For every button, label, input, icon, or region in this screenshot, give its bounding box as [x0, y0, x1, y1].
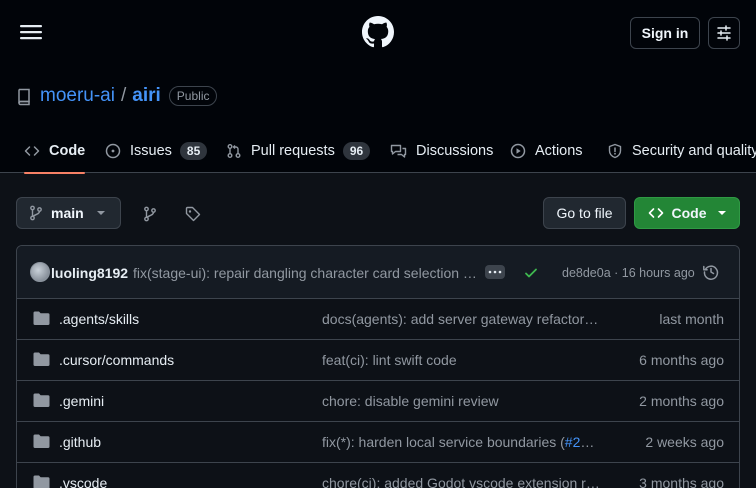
file-commit-time: 6 months ago — [639, 352, 724, 368]
file-commit-message[interactable]: chore(ci): added Godot vscode extension … — [322, 475, 602, 488]
tab-label: Pull requests — [251, 142, 335, 159]
tab-actions[interactable]: Actions — [510, 128, 583, 173]
repo-nav-tabs: Code Issues 85 Pull requests 96 Discussi… — [0, 128, 756, 174]
file-commit-message[interactable]: feat(ci): lint swift code — [322, 352, 602, 368]
repo-title: moeru-ai / airi Public — [40, 85, 218, 107]
file-commit-time: 3 months ago — [639, 475, 724, 488]
tab-label: Issues — [130, 142, 172, 159]
git-branch-icon — [30, 205, 42, 221]
repo-separator: / — [120, 85, 127, 106]
file-commit-time: 2 weeks ago — [645, 434, 724, 450]
file-commit-message[interactable]: docs(agents): add server gateway refacto… — [322, 311, 602, 327]
sign-in-button[interactable]: Sign in — [630, 17, 700, 49]
file-commit-time: last month — [659, 311, 724, 327]
file-commit-time: 2 months ago — [639, 393, 724, 409]
chevron-down-icon — [717, 211, 726, 215]
repo-name-link[interactable]: airi — [132, 85, 161, 107]
tab-label: Discussions — [416, 142, 494, 159]
folder-icon — [33, 311, 50, 325]
expand-commit-button[interactable] — [485, 265, 505, 279]
actions-icon — [510, 143, 526, 158]
file-browser: luoling8192 fix(stage-ui): repair dangli… — [16, 245, 740, 488]
tab-security[interactable]: Security and quality — [607, 128, 756, 173]
sliders-icon — [717, 25, 731, 41]
table-row[interactable]: .cursor/commands feat(ci): lint swift co… — [17, 340, 739, 381]
pull-requests-count-badge: 96 — [342, 141, 371, 160]
avatar[interactable] — [30, 262, 50, 282]
commit-message-text: fix(*): harden local service boundaries … — [322, 434, 565, 450]
pull-request-icon — [227, 143, 241, 158]
tab-discussions[interactable]: Discussions — [390, 128, 493, 173]
file-name-link[interactable]: .gemini — [59, 393, 104, 409]
file-name-link[interactable]: .agents/skills — [59, 311, 139, 327]
table-row[interactable]: .github fix(*): harden local service bou… — [17, 422, 739, 463]
git-branch-icon — [144, 206, 156, 222]
branches-link[interactable] — [136, 200, 164, 228]
file-commit-message[interactable]: fix(*): harden local service boundaries … — [322, 434, 602, 450]
tag-icon — [185, 206, 201, 222]
hamburger-icon — [20, 25, 42, 40]
chevron-down-icon — [96, 211, 105, 215]
file-name-link[interactable]: .github — [59, 434, 101, 450]
menu-button[interactable] — [14, 16, 48, 48]
ellipsis-icon — [488, 270, 502, 274]
branch-name: main — [51, 205, 84, 221]
folder-icon — [33, 352, 50, 366]
commit-message-link[interactable]: fix(stage-ui): repair dangling character… — [133, 265, 477, 281]
tab-code[interactable]: Code — [24, 128, 86, 174]
tab-issues[interactable]: Issues 85 — [105, 128, 208, 173]
check-status-icon[interactable] — [523, 265, 539, 281]
folder-icon — [33, 475, 50, 488]
file-name-link[interactable]: .cursor/commands — [59, 352, 174, 368]
commit-sha-and-time[interactable]: de8de0a · 16 hours ago — [562, 266, 695, 280]
code-icon — [648, 208, 663, 218]
pull-request-link[interactable]: #2062 — [565, 434, 602, 450]
table-row[interactable]: .agents/skills docs(agents): add server … — [17, 299, 739, 340]
visibility-badge: Public — [168, 86, 218, 106]
latest-commit-bar: luoling8192 fix(stage-ui): repair dangli… — [17, 246, 739, 299]
folder-icon — [33, 434, 50, 448]
tab-pull-requests[interactable]: Pull requests 96 — [226, 128, 371, 173]
discussions-icon — [390, 144, 407, 158]
repository-header: moeru-ai / airi Public Code Issues 85 Pu… — [0, 66, 756, 174]
file-name-link[interactable]: .vscode — [59, 475, 107, 488]
table-row[interactable]: .vscode chore(ci): added Godot vscode ex… — [17, 463, 739, 488]
commit-author-link[interactable]: luoling8192 — [51, 265, 128, 281]
table-row[interactable]: .gemini chore: disable gemini review 2 m… — [17, 381, 739, 422]
tab-label: Code — [49, 142, 86, 159]
code-icon — [24, 145, 40, 156]
tags-link[interactable] — [179, 200, 207, 228]
global-header: Sign in — [0, 0, 756, 66]
repo-owner-link[interactable]: moeru-ai — [40, 85, 115, 107]
file-commit-message[interactable]: chore: disable gemini review — [322, 393, 602, 409]
issues-count-badge: 85 — [179, 141, 208, 160]
shield-icon — [608, 143, 622, 158]
branch-select-button[interactable]: main — [16, 197, 121, 229]
folder-icon — [33, 393, 50, 407]
search-filters-button[interactable] — [708, 17, 740, 49]
code-button-label: Code — [671, 205, 707, 221]
repo-icon — [16, 88, 32, 106]
tab-label: Actions — [535, 142, 583, 159]
history-icon[interactable] — [702, 263, 720, 281]
issue-icon — [105, 143, 121, 158]
code-dropdown-button[interactable]: Code — [634, 197, 740, 229]
tab-label: Security and quality — [632, 142, 756, 159]
github-logo-icon[interactable] — [362, 16, 394, 48]
go-to-file-button[interactable]: Go to file — [543, 197, 626, 229]
